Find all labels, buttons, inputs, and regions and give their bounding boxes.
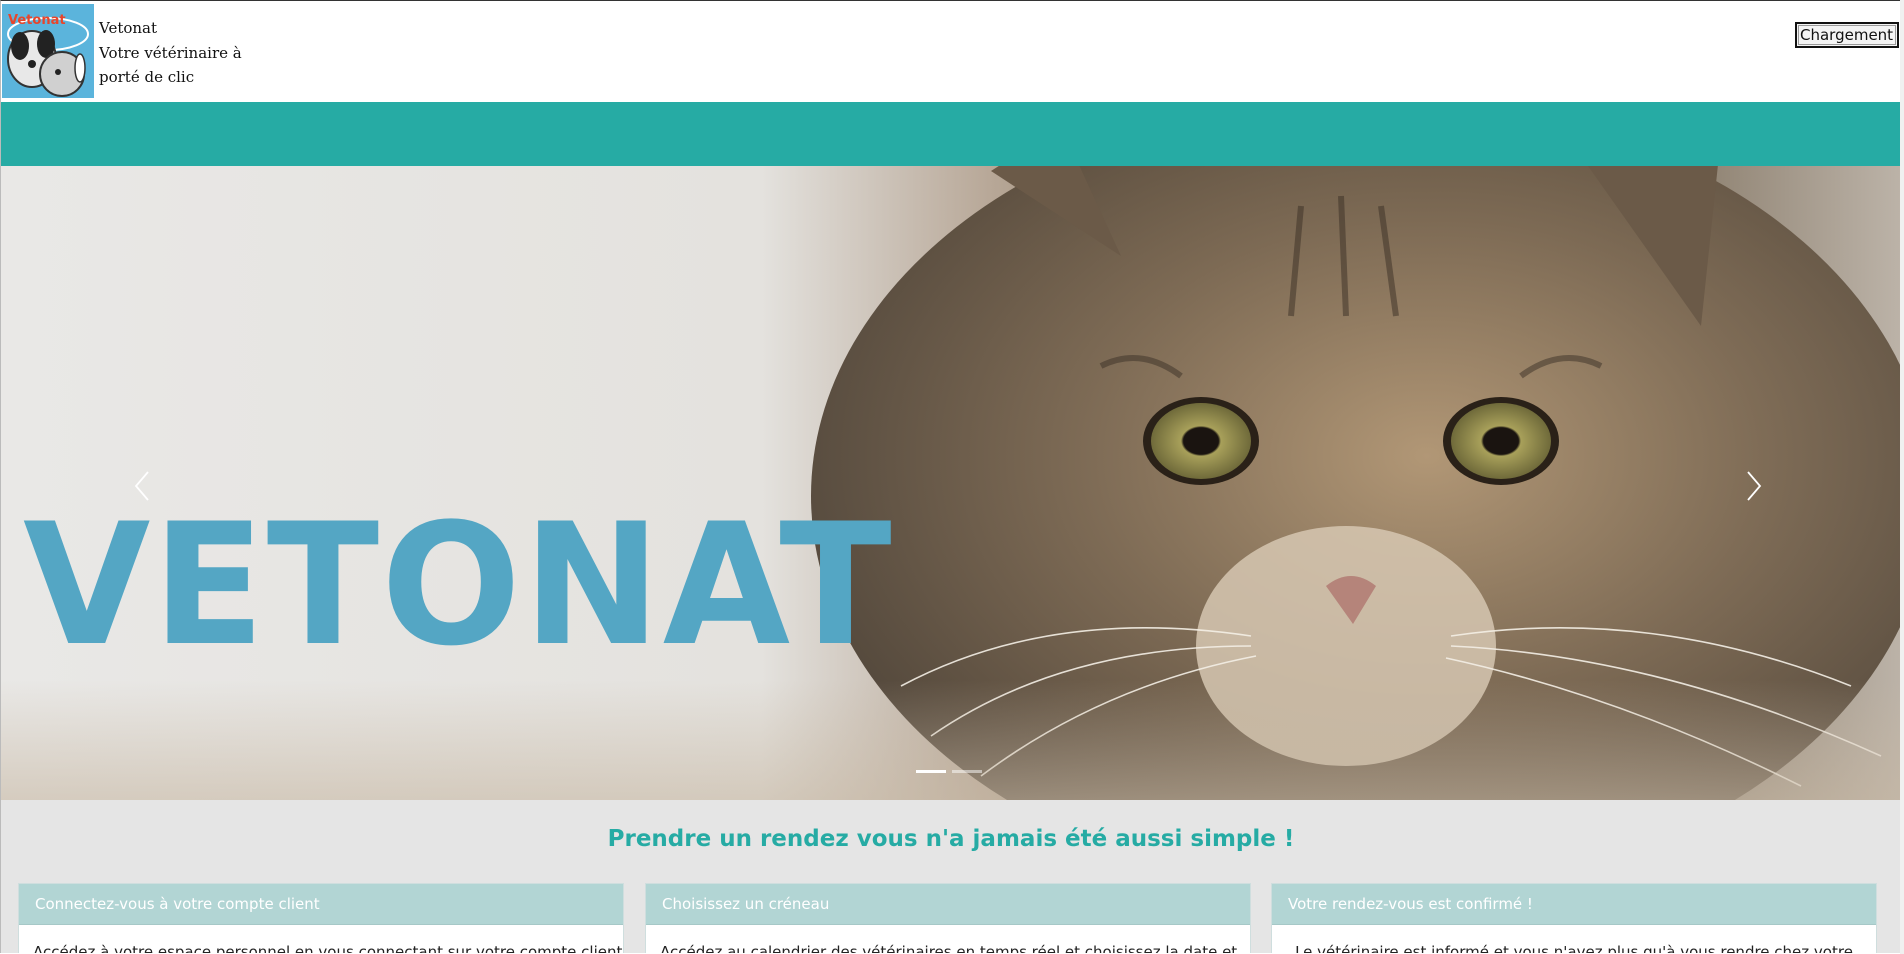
brand-slogan-line-1: Votre vétérinaire à	[99, 43, 242, 62]
hero-carousel: VETONAT	[1, 166, 1901, 800]
step-card-title: Connectez-vous à votre compte client	[19, 884, 623, 925]
carousel-next-button[interactable]	[1734, 456, 1774, 516]
hero-floor-shade	[1, 680, 1901, 800]
logo-wordmark: Vetonat	[8, 13, 66, 28]
carousel-indicators	[916, 770, 982, 773]
site-header: Vetonat Vetonat Votre vétérinaire à port…	[1, 1, 1901, 101]
step-card-title: Votre rendez-vous est confirmé !	[1272, 884, 1876, 925]
page: Vetonat Vetonat Votre vétérinaire à port…	[0, 0, 1902, 953]
hero-title: VETONAT	[23, 487, 894, 683]
step-card-confirmed: Votre rendez-vous est confirmé ! Le vété…	[1271, 883, 1877, 953]
steps-section: Prendre un rendez vous n'a jamais été au…	[1, 800, 1901, 953]
chevron-left-icon	[134, 471, 149, 501]
loading-button[interactable]: Chargement ...	[1795, 22, 1899, 48]
brand-slogan-line-2: porté de clic	[99, 68, 195, 86]
nav-bar	[1, 102, 1901, 166]
step-card-login: Connectez-vous à votre compte client Acc…	[18, 883, 624, 953]
brand-name: Vetonat	[99, 19, 158, 37]
chevron-right-icon	[1747, 471, 1762, 501]
carousel-indicator-1[interactable]	[916, 770, 946, 773]
carousel-prev-button[interactable]	[122, 456, 162, 516]
brand-block: Vetonat Votre vétérinaire à porté de cli…	[99, 16, 242, 90]
step-card-slot: Choisissez un créneau Accédez au calendr…	[645, 883, 1251, 953]
step-card-text: Accédez au calendrier des vétérinaires e…	[660, 943, 1238, 953]
step-card-text: Le vétérinaire est informé et vous n'ave…	[1295, 943, 1853, 953]
page-scrollbar[interactable]	[1900, 0, 1904, 954]
site-logo[interactable]: Vetonat	[2, 4, 94, 98]
section-tagline: Prendre un rendez vous n'a jamais été au…	[607, 826, 1295, 852]
step-card-title: Choisissez un créneau	[646, 884, 1250, 925]
carousel-indicator-2[interactable]	[952, 770, 982, 773]
step-card-text: Accédez à votre espace personnel en vous…	[33, 943, 623, 953]
